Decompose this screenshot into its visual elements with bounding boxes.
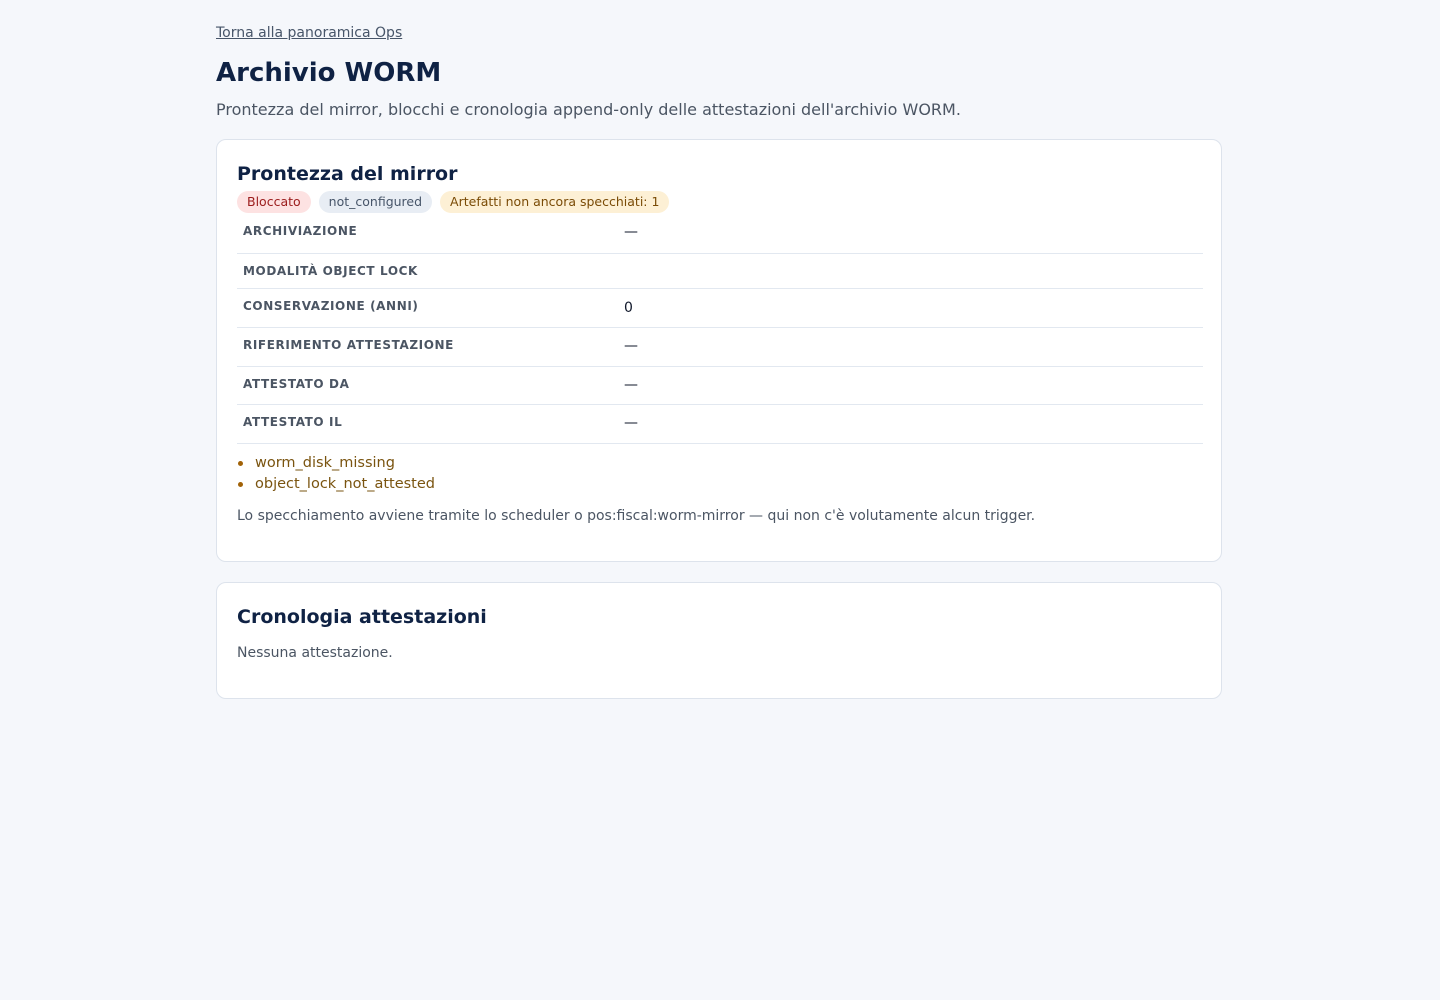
attestation-history-card: Cronologia attestazioni Nessuna attestaz…: [216, 582, 1222, 699]
table-row-storage: Archiviazione —: [237, 215, 1203, 254]
mirror-readiness-card: Prontezza del mirror Bloccato not_config…: [216, 139, 1222, 562]
blocked-status-badge: Bloccato: [237, 191, 311, 213]
empty-state-text: Nessuna attestazione.: [237, 645, 393, 661]
status-badges: Bloccato not_configured Artefatti non an…: [237, 191, 670, 213]
mirror-details-table: Archiviazione — Modalità Object Lock Con…: [237, 215, 1203, 444]
blocker-item: worm_disk_missing: [237, 453, 435, 474]
row-value-attested-at: —: [624, 404, 1203, 444]
row-value-attestation-reference: —: [624, 327, 1203, 367]
table-row-attested-at: Attestato il —: [237, 404, 1203, 444]
blocker-list: worm_disk_missing object_lock_not_attest…: [237, 453, 435, 495]
row-label-attested-by: Attestato da: [237, 366, 624, 405]
row-label-retention-years: Conservazione (anni): [237, 288, 624, 328]
attestation-history-title: Cronologia attestazioni: [237, 606, 487, 628]
row-value-object-lock-mode: [624, 253, 1203, 289]
blocker-item: object_lock_not_attested: [237, 474, 435, 495]
row-value-attested-by: —: [624, 366, 1203, 405]
unmirrored-artifacts-badge: Artefatti non ancora specchiati: 1: [440, 191, 670, 213]
table-row-attestation-reference: Riferimento attestazione —: [237, 327, 1203, 367]
row-value-storage: —: [624, 215, 1203, 254]
row-label-object-lock-mode: Modalità Object Lock: [237, 253, 624, 289]
mirror-readiness-title: Prontezza del mirror: [237, 163, 458, 185]
row-label-attested-at: Attestato il: [237, 404, 624, 444]
row-label-storage: Archiviazione: [237, 215, 624, 254]
page-subtitle: Prontezza del mirror, blocchi e cronolog…: [216, 100, 961, 119]
table-row-retention-years: Conservazione (anni) 0: [237, 288, 1203, 328]
row-value-retention-years: 0: [624, 288, 1203, 328]
mirror-trigger-note: Lo specchiamento avviene tramite lo sche…: [237, 508, 1036, 524]
page-title: Archivio WORM: [216, 58, 442, 88]
row-label-attestation-reference: Riferimento attestazione: [237, 327, 624, 367]
table-row-attested-by: Attestato da —: [237, 366, 1203, 405]
table-row-object-lock-mode: Modalità Object Lock: [237, 253, 1203, 289]
back-to-ops-overview-link[interactable]: Torna alla panoramica Ops: [216, 25, 402, 41]
configuration-status-badge: not_configured: [318, 191, 433, 213]
